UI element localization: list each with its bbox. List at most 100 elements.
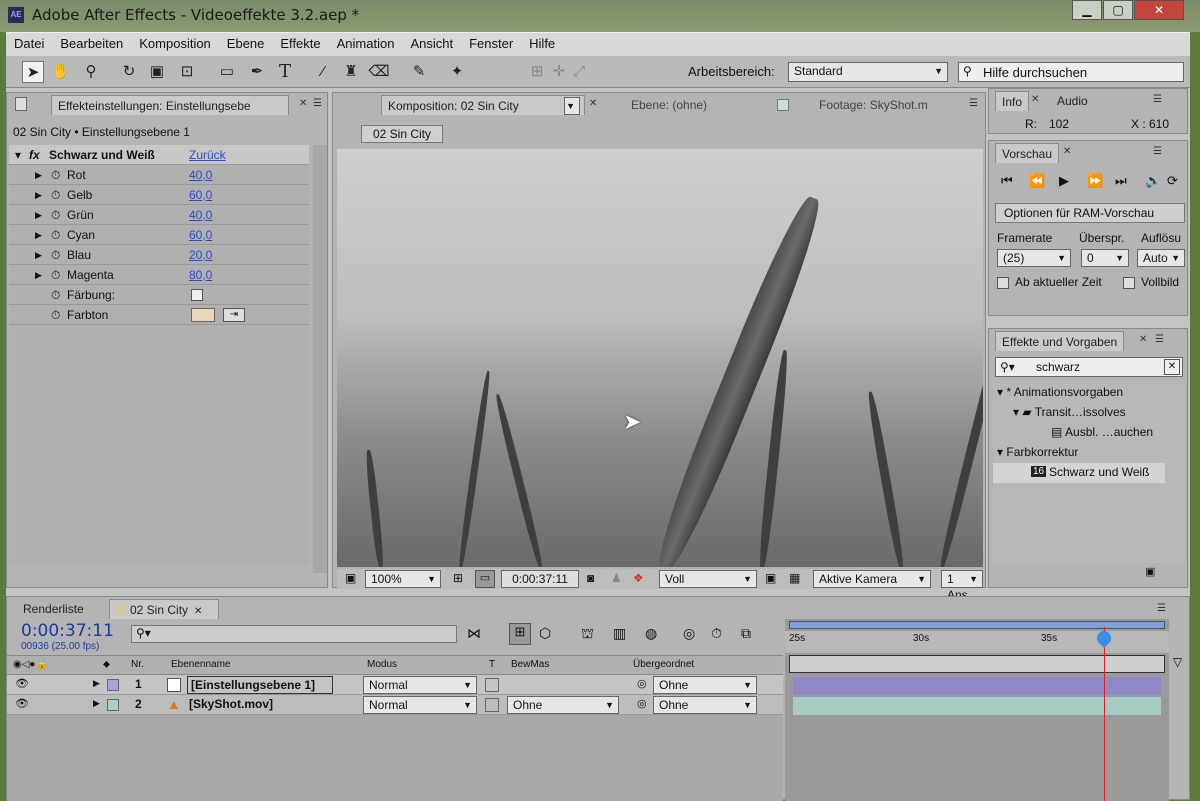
eraser-tool-icon[interactable]: ⌫: [368, 61, 390, 83]
col-layer-name[interactable]: Ebenenname: [171, 656, 231, 674]
panel-menu-icon[interactable]: ☰: [1153, 146, 1162, 157]
tree-item[interactable]: ▾ Farbkorrektur: [997, 445, 1078, 459]
auto-keyframe-icon[interactable]: ⏱: [711, 625, 722, 642]
hue-color-swatch[interactable]: [191, 308, 215, 322]
camera-tool-icon[interactable]: ▣: [146, 61, 168, 83]
param-row[interactable]: ▶ ⏱ Cyan 60,0: [9, 225, 309, 245]
tab-audio[interactable]: Audio: [1051, 91, 1094, 111]
panel-menu-icon[interactable]: ☰: [969, 98, 978, 109]
stopwatch-icon[interactable]: ⏱: [51, 205, 60, 225]
comp-dropdown[interactable]: [564, 97, 580, 115]
close-icon[interactable]: ✕: [589, 98, 597, 109]
zoom-tool-icon[interactable]: ⚲: [80, 61, 102, 83]
track-matte-dropdown[interactable]: Ohne: [507, 696, 619, 714]
pan-behind-tool-icon[interactable]: ⊡: [176, 61, 198, 83]
param-row[interactable]: ▶ ⏱ Grün 40,0: [9, 205, 309, 225]
param-row[interactable]: ▶ ⏱ Magenta 80,0: [9, 265, 309, 285]
tab-effect-controls[interactable]: Effekteinstellungen: Einstellungsebe: [51, 95, 289, 115]
tree-item-selected[interactable]: 16 Schwarz und Weiß: [993, 463, 1165, 483]
layer-row[interactable]: 👁 ▶ 1 [Einstellungsebene 1] Normal ◎ Ohn…: [7, 675, 783, 695]
tab-composition[interactable]: Komposition: 02 Sin City: [381, 95, 585, 115]
zoom-dropdown[interactable]: 100%: [365, 570, 441, 588]
visibility-icon[interactable]: 👁: [15, 677, 29, 690]
stopwatch-icon[interactable]: ⏱: [51, 285, 60, 305]
panel-menu-icon[interactable]: ☰: [1153, 94, 1162, 105]
framerate-dropdown[interactable]: (25): [997, 249, 1071, 267]
layer-duration-bar[interactable]: [793, 697, 1161, 715]
expand-arrow-icon[interactable]: ▾: [15, 145, 21, 165]
expand-arrow-icon[interactable]: ▾: [997, 385, 1006, 399]
effects-search-field[interactable]: ⚲▾ schwarz ✕: [995, 357, 1183, 377]
next-frame-icon[interactable]: ⏩: [1087, 173, 1103, 189]
stopwatch-icon[interactable]: ⏱: [51, 245, 60, 265]
param-value[interactable]: 80,0: [189, 265, 212, 285]
tree-item[interactable]: ▾ * Animationsvorgaben: [997, 385, 1123, 399]
rectangle-tool-icon[interactable]: ▭: [216, 61, 238, 83]
pick-whip-icon[interactable]: ◎: [637, 677, 647, 690]
comp-mini-flowchart-icon[interactable]: ⋈: [467, 625, 481, 642]
graph-editor-icon[interactable]: ⧉: [741, 625, 751, 642]
current-time-display[interactable]: 0:00:37:11: [501, 570, 579, 588]
fx-icon[interactable]: fx: [29, 145, 40, 165]
roto-brush-tool-icon[interactable]: ✎: [408, 61, 430, 83]
close-icon[interactable]: ✕: [1063, 146, 1071, 157]
visibility-icon[interactable]: 👁: [15, 697, 29, 710]
axis-world-icon[interactable]: ✛: [548, 61, 570, 83]
loop-icon[interactable]: ⟳: [1167, 173, 1178, 189]
menu-item-datei[interactable]: Datei: [6, 33, 52, 51]
timeline-current-time[interactable]: 0:00:37:11: [21, 621, 114, 641]
resolution-dropdown[interactable]: Voll: [659, 570, 757, 588]
work-area-range[interactable]: [789, 655, 1165, 673]
show-snapshot-icon[interactable]: ♟: [611, 571, 622, 585]
param-value[interactable]: 60,0: [189, 225, 212, 245]
menu-item-hilfe[interactable]: Hilfe: [521, 33, 563, 51]
menu-item-fenster[interactable]: Fenster: [461, 33, 521, 51]
motion-blur-icon[interactable]: ◍: [645, 625, 657, 642]
param-row[interactable]: ▶ ⏱ Rot 40,0: [9, 165, 309, 185]
pen-tool-icon[interactable]: ✒: [246, 61, 268, 83]
current-time-indicator[interactable]: [1104, 627, 1105, 801]
tab-render-queue[interactable]: Renderliste: [17, 599, 90, 619]
rotate-tool-icon[interactable]: ↻: [118, 61, 140, 83]
from-current-checkbox[interactable]: [997, 277, 1009, 289]
close-icon[interactable]: ✕: [299, 98, 307, 109]
expand-arrow-icon[interactable]: ▶: [35, 165, 42, 185]
timeline-scroll-icon[interactable]: ▽: [1173, 655, 1189, 675]
first-frame-icon[interactable]: ⏮: [1001, 173, 1013, 189]
view-layout-dropdown[interactable]: 1 Ans: [941, 570, 983, 602]
audio-icon[interactable]: 🔈: [1145, 173, 1161, 189]
expand-arrow-icon[interactable]: ▶: [35, 245, 42, 265]
parent-dropdown[interactable]: Ohne: [653, 696, 757, 714]
time-ruler[interactable]: 25s 30s 35s: [785, 631, 1169, 653]
tint-row[interactable]: ⏱ Färbung:: [9, 285, 309, 305]
ram-preview-options-button[interactable]: Optionen für RAM-Vorschau: [995, 203, 1185, 223]
param-value[interactable]: 40,0: [189, 205, 212, 225]
reset-link[interactable]: Zurück: [189, 145, 226, 165]
preview-toggle-icon[interactable]: ▣: [345, 571, 356, 585]
region-icon[interactable]: ▣: [765, 571, 776, 585]
fullscreen-checkbox[interactable]: [1123, 277, 1135, 289]
scrollbar[interactable]: [313, 145, 327, 573]
pick-whip-icon[interactable]: ◎: [637, 697, 647, 710]
panel-lock-icon[interactable]: [15, 97, 27, 111]
new-bin-icon[interactable]: ▣: [1145, 565, 1155, 578]
tab-footage[interactable]: Footage: SkyShot.m: [813, 95, 934, 115]
expand-arrow-icon[interactable]: ▶: [35, 225, 42, 245]
channels-icon[interactable]: ❖: [633, 571, 644, 585]
param-row[interactable]: ▶ ⏱ Blau 20,0: [9, 245, 309, 265]
close-icon[interactable]: ✕: [194, 606, 202, 617]
camera-dropdown[interactable]: Aktive Kamera: [813, 570, 931, 588]
layer-label-color[interactable]: [107, 699, 119, 711]
skip-dropdown[interactable]: 0: [1081, 249, 1129, 267]
expand-arrow-icon[interactable]: ▶: [35, 205, 42, 225]
timeline-search-field[interactable]: ⚲▾: [131, 625, 457, 643]
tab-layer[interactable]: Ebene: (ohne): [625, 95, 713, 115]
layer-duration-bar[interactable]: [793, 677, 1161, 695]
tab-preview[interactable]: Vorschau: [995, 143, 1060, 163]
draft-3d-icon[interactable]: ⬡: [539, 625, 551, 642]
menu-item-bearbeiten[interactable]: Bearbeiten: [52, 33, 131, 51]
stopwatch-icon[interactable]: ⏱: [51, 305, 60, 325]
tree-item[interactable]: ▤ Ausbl. …auchen: [1051, 425, 1153, 439]
help-search-field[interactable]: ⚲ Hilfe durchsuchen: [958, 62, 1184, 82]
param-row[interactable]: ▶ ⏱ Gelb 60,0: [9, 185, 309, 205]
